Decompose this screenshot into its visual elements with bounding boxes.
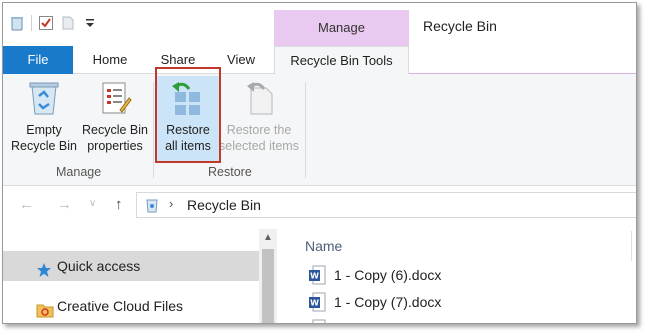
toolbar-separator: [31, 15, 32, 31]
recycle-bin-small-icon: [145, 197, 159, 218]
recycle-bin-small-icon: [9, 15, 25, 31]
recent-locations-chevron-icon[interactable]: ∨: [89, 198, 96, 209]
file-name: 1 - Copy (6).docx: [334, 267, 442, 283]
manage-contextual-tab[interactable]: Manage: [274, 10, 409, 46]
highlight-box: [155, 67, 221, 163]
address-bar-row: ← → ∨ ↑ › Recycle Bin: [3, 188, 636, 222]
breadcrumb-chevron-icon[interactable]: ›: [169, 196, 173, 211]
tab-recycle-bin-tools[interactable]: Recycle Bin Tools: [274, 46, 409, 75]
empty-label-line1: Empty: [26, 123, 62, 137]
group-separator: [305, 82, 306, 178]
address-bar[interactable]: › Recycle Bin: [136, 192, 636, 218]
word-document-icon: W: [308, 265, 326, 285]
list-item[interactable]: W 1 - Copy (6).docx: [308, 265, 441, 285]
ribbon: Empty Recycle Bin Recycle Bin properties…: [3, 74, 636, 186]
back-arrow-icon[interactable]: ←: [19, 196, 34, 213]
svg-text:W: W: [310, 299, 319, 308]
file-name: 1 - Copy (7).docx: [334, 294, 442, 310]
nav-scrollbar[interactable]: ▲: [259, 229, 277, 323]
properties-label-line2: properties: [87, 139, 143, 153]
navigation-pane: Quick access Creative Cloud Files ▲: [3, 229, 280, 323]
tab-view[interactable]: View: [221, 46, 261, 74]
list-item[interactable]: W 1 - Copy (7).docx: [308, 292, 441, 312]
word-document-icon: [308, 319, 326, 323]
restore-selected-label-line1: Restore the: [226, 123, 292, 137]
empty-label-line2: Recycle Bin: [11, 139, 77, 153]
star-icon: [36, 258, 52, 288]
properties-check-icon[interactable]: [38, 15, 54, 31]
tab-home[interactable]: Home: [87, 46, 133, 74]
column-divider: [631, 231, 632, 261]
tab-file[interactable]: File: [3, 46, 73, 74]
recycle-bin-icon: [27, 80, 61, 116]
column-header-name[interactable]: Name: [305, 238, 342, 254]
forward-arrow-icon[interactable]: →: [57, 196, 72, 213]
restore-selected-label-line2: selected items: [219, 139, 299, 153]
manage-group-label: Manage: [56, 165, 102, 179]
word-document-icon: W: [308, 292, 326, 312]
scroll-up-icon[interactable]: ▲: [263, 232, 273, 243]
restore-group-label: Restore: [208, 165, 252, 179]
nav-item-quick-access[interactable]: Quick access: [3, 251, 259, 281]
quick-access-toolbar: [9, 13, 98, 33]
group-separator: [153, 82, 154, 178]
properties-label-line1: Recycle Bin: [82, 123, 148, 137]
nav-item-label: Quick access: [57, 258, 141, 274]
svg-text:W: W: [310, 272, 319, 281]
scrollbar-thumb[interactable]: [262, 249, 274, 323]
recycle-bin-properties-button[interactable]: Recycle Bin properties: [79, 80, 151, 154]
ribbon-tabs: File Home Share View Recycle Bin Tools: [3, 46, 636, 75]
address-path: Recycle Bin: [187, 197, 261, 213]
creative-cloud-folder-icon: [36, 298, 54, 323]
window-title: Recycle Bin: [423, 18, 497, 34]
explorer-window: Manage Recycle Bin File Home Share View …: [2, 2, 637, 324]
list-item-partial[interactable]: [308, 319, 326, 323]
nav-item-creative-cloud-files[interactable]: Creative Cloud Files: [3, 291, 259, 321]
up-arrow-icon[interactable]: ↑: [115, 196, 123, 213]
empty-recycle-bin-button[interactable]: Empty Recycle Bin: [9, 80, 79, 154]
properties-icon: [98, 80, 132, 116]
nav-item-label: Creative Cloud Files: [57, 298, 184, 314]
restore-selected-items-button[interactable]: Restore the selected items: [217, 80, 301, 154]
chevron-down-icon[interactable]: [82, 15, 98, 31]
title-bar: Manage Recycle Bin: [3, 3, 636, 46]
new-folder-icon[interactable]: [60, 15, 76, 31]
restore-selected-icon: [242, 80, 276, 116]
